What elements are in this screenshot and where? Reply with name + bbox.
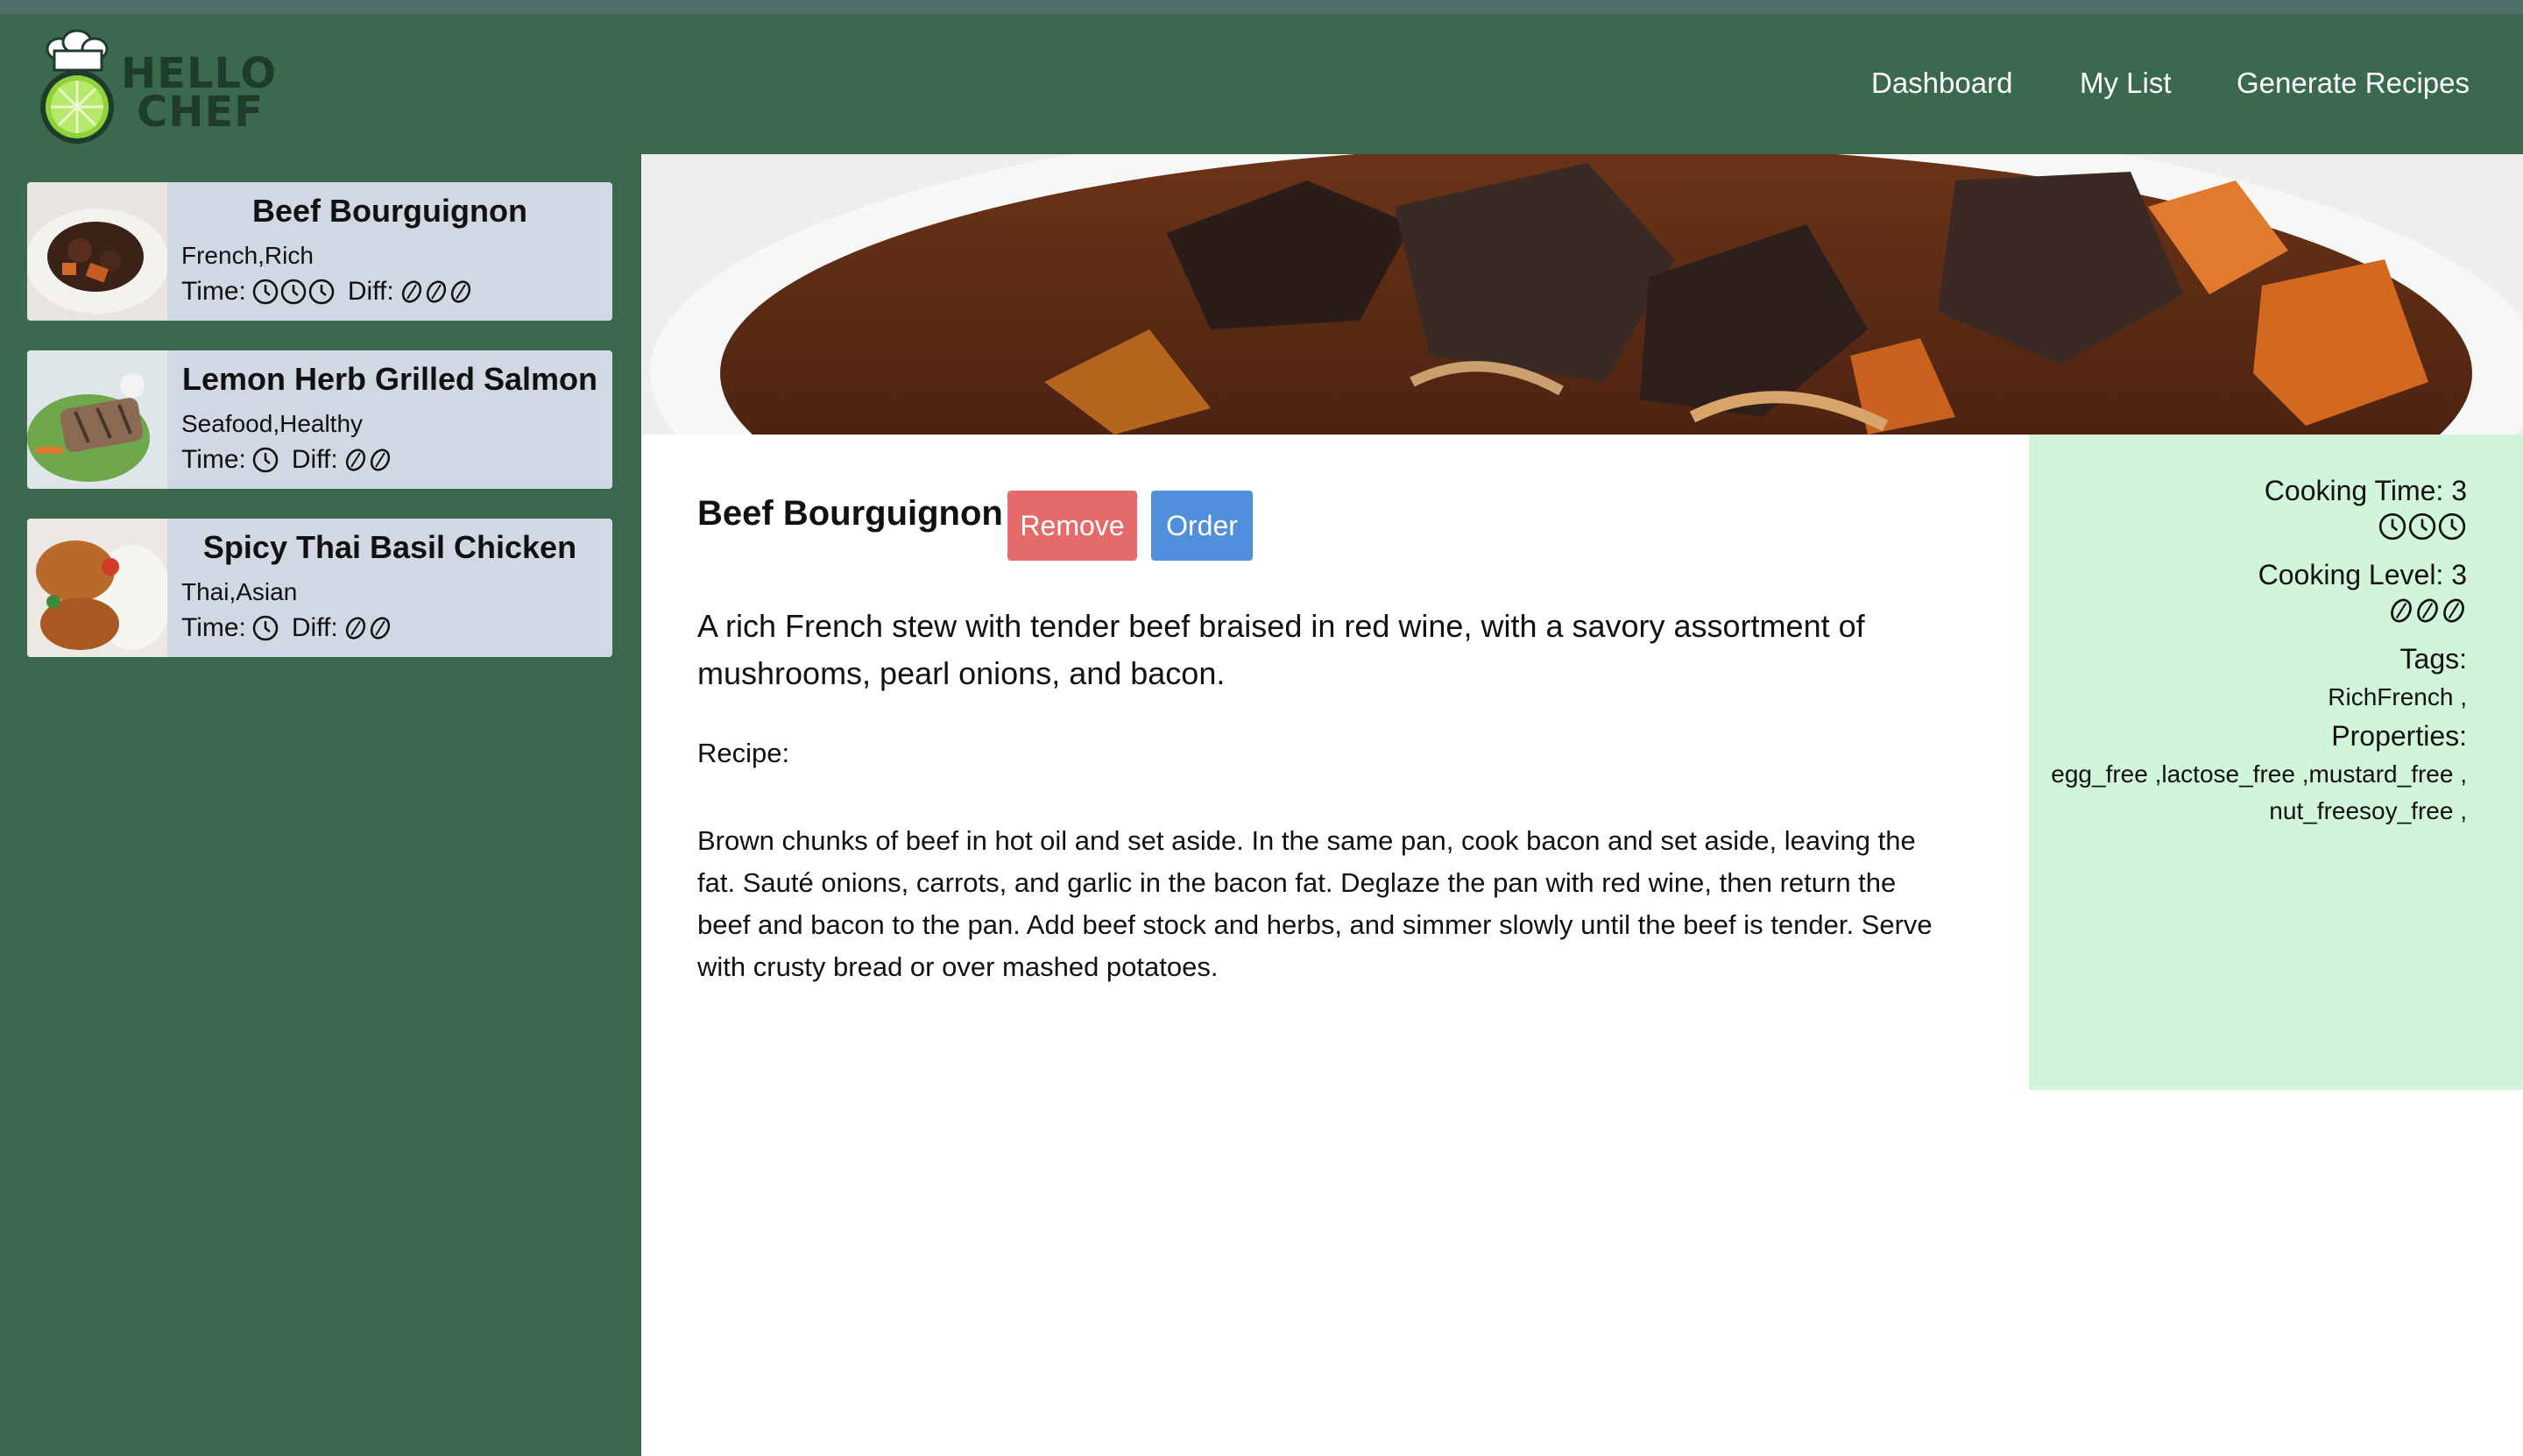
diff-label: Diff: xyxy=(347,277,394,306)
cooking-level-rating xyxy=(2388,597,2467,624)
recipe-info-panel: Cooking Time: 3 Cooking Level: 3 Tags: R… xyxy=(2029,435,2523,1090)
leaf-icon xyxy=(2391,598,2412,623)
chef-lime-icon xyxy=(40,30,114,144)
recipe-instructions: Brown chunks of beef in hot oil and set … xyxy=(697,825,1933,982)
clock-icon xyxy=(2378,512,2406,541)
beef-bourguignon-thumbnail xyxy=(27,182,167,321)
time-label: Time: xyxy=(181,277,246,306)
logo[interactable]: HELLO CHEF xyxy=(33,30,276,144)
sidebar-item-beef-bourguignon[interactable]: Beef Bourguignon French,Rich Time: Diff: xyxy=(27,182,612,321)
clock-icon xyxy=(2438,512,2466,541)
nav-my-list[interactable]: My List xyxy=(2080,67,2172,100)
sidebar-item-tags: Seafood,Healthy xyxy=(181,410,364,437)
sidebar-item-title: Lemon Herb Grilled Salmon xyxy=(181,361,598,397)
sidebar-item-title: Beef Bourguignon xyxy=(252,193,527,229)
time-rating xyxy=(251,446,279,474)
brand-line2: CHEF xyxy=(137,88,264,137)
sidebar-item-meta: Time: Diff: xyxy=(181,445,392,475)
diff-rating xyxy=(343,448,392,472)
tags-value: RichFrench , xyxy=(2328,683,2467,710)
clock-icon xyxy=(2408,512,2436,541)
leaf-icon xyxy=(426,280,446,303)
leaf-icon xyxy=(345,617,365,640)
recipe-detail: Beef Bourguignon Remove Order A rich Fre… xyxy=(641,154,2523,1456)
cooking-time: Cooking Time: 3 xyxy=(2264,475,2467,506)
diff-label: Diff: xyxy=(291,613,338,642)
diff-rating xyxy=(399,279,473,304)
properties-label: Properties: xyxy=(2331,720,2467,752)
remove-button[interactable]: Remove xyxy=(1007,491,1137,561)
salmon-thumbnail xyxy=(27,350,167,489)
header: HELLO CHEF Dashboard My List Generate Re… xyxy=(0,14,2523,154)
leaf-icon xyxy=(370,617,390,640)
sidebar-item-tags: Thai,Asian xyxy=(181,578,298,605)
nav-dashboard[interactable]: Dashboard xyxy=(1871,67,2012,100)
sidebar: Beef Bourguignon French,Rich Time: Diff: xyxy=(0,154,641,1456)
leaf-icon xyxy=(401,280,421,303)
leaf-icon xyxy=(370,449,390,471)
leaf-icon xyxy=(2417,598,2438,623)
diff-rating xyxy=(343,616,392,640)
cooking-level: Cooking Level: 3 xyxy=(2258,559,2467,590)
clock-icon xyxy=(252,615,279,641)
leaf-icon xyxy=(345,449,365,471)
nav-generate-recipes[interactable]: Generate Recipes xyxy=(2237,67,2470,100)
sidebar-item-spicy-thai-basil-chicken[interactable]: Spicy Thai Basil Chicken Thai,Asian Time… xyxy=(27,519,612,657)
leaf-icon xyxy=(450,280,470,303)
clock-icon xyxy=(280,279,307,305)
clock-icon xyxy=(252,279,279,305)
recipe-description: A rich French stew with tender beef brai… xyxy=(697,608,1865,691)
time-label: Time: xyxy=(181,445,246,474)
time-rating xyxy=(251,278,336,306)
recipe-hero-image xyxy=(641,154,2523,435)
clock-icon xyxy=(252,447,279,473)
cooking-time-rating xyxy=(2378,512,2467,541)
recipe-title: Beef Bourguignon xyxy=(697,494,1003,533)
sidebar-item-meta: Time: Diff: xyxy=(181,277,473,307)
leaf-icon xyxy=(2443,598,2464,623)
diff-label: Diff: xyxy=(291,445,338,474)
order-button[interactable]: Order xyxy=(1151,491,1253,561)
thai-chicken-thumbnail xyxy=(27,519,167,657)
sidebar-item-title: Spicy Thai Basil Chicken xyxy=(202,529,577,565)
tags-label: Tags: xyxy=(2399,643,2467,675)
properties-line-1: egg_free ,lactose_free ,mustard_free , xyxy=(2051,760,2467,788)
properties-line-2: nut_freesoy_free , xyxy=(2269,797,2467,824)
top-strip xyxy=(0,0,2523,14)
clock-icon xyxy=(308,279,335,305)
sidebar-item-tags: French,Rich xyxy=(181,242,314,269)
sidebar-item-meta: Time: Diff: xyxy=(181,613,392,643)
sidebar-item-lemon-herb-grilled-salmon[interactable]: Lemon Herb Grilled Salmon Seafood,Health… xyxy=(27,350,612,489)
time-rating xyxy=(251,614,279,642)
recipe-label: Recipe: xyxy=(697,738,790,768)
time-label: Time: xyxy=(181,613,246,642)
brand-name: HELLO CHEF xyxy=(121,53,277,137)
